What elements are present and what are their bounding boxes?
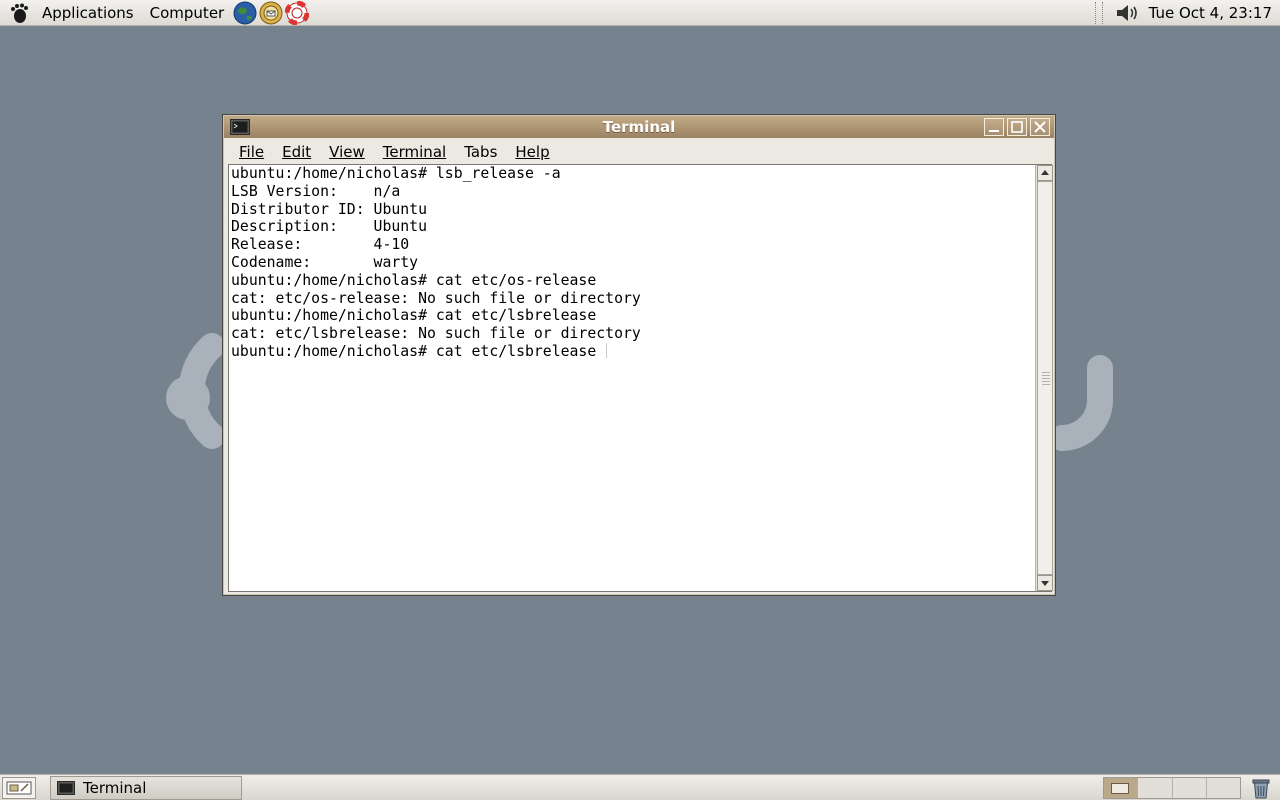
top-panel: Applications Computer Tue Oct 4, 23:17 bbox=[0, 0, 1280, 26]
menu-terminal[interactable]: Terminal bbox=[373, 143, 454, 161]
menu-help-label: Help bbox=[515, 143, 550, 161]
close-icon bbox=[1034, 121, 1046, 133]
scroll-up-button[interactable] bbox=[1037, 165, 1053, 181]
bottom-panel: Terminal bbox=[0, 774, 1280, 800]
close-button[interactable] bbox=[1030, 118, 1050, 136]
terminal-line: Distributor ID: Ubuntu bbox=[231, 200, 427, 218]
menu-help[interactable]: Help bbox=[505, 143, 557, 161]
terminal-line: ubuntu:/home/nicholas# lsb_release -a bbox=[231, 165, 561, 182]
volume-icon[interactable] bbox=[1113, 0, 1143, 26]
taskbar-terminal-label: Terminal bbox=[83, 779, 147, 797]
terminal-line: Codename: warty bbox=[231, 253, 419, 271]
mail-icon[interactable] bbox=[258, 0, 284, 26]
scrollbar-grip bbox=[1042, 372, 1050, 386]
show-desktop-button[interactable] bbox=[2, 777, 36, 799]
arrow-up-icon bbox=[1041, 170, 1049, 175]
workspace-switcher[interactable] bbox=[1103, 777, 1241, 799]
taskbar-terminal-button[interactable]: Terminal bbox=[50, 776, 242, 800]
workspace-2[interactable] bbox=[1138, 778, 1173, 798]
terminal-line: Description: Ubuntu bbox=[231, 218, 427, 236]
scroll-down-button[interactable] bbox=[1037, 575, 1053, 591]
menu-file-label: File bbox=[239, 143, 265, 161]
menu-edit[interactable]: Edit bbox=[272, 143, 319, 161]
panel-handle[interactable] bbox=[1094, 2, 1103, 24]
terminal-line: cat: etc/os-release: No such file or dir… bbox=[231, 289, 641, 307]
terminal-line: ubuntu:/home/nicholas# cat etc/lsbreleas… bbox=[231, 307, 597, 325]
terminal-output[interactable]: ubuntu:/home/nicholas# lsb_release -a LS… bbox=[228, 164, 1053, 592]
vertical-scrollbar[interactable] bbox=[1035, 165, 1053, 591]
maximize-button[interactable] bbox=[1007, 118, 1027, 136]
menu-terminal-label: Terminal bbox=[382, 143, 447, 161]
minimize-button[interactable] bbox=[984, 118, 1004, 136]
menu-edit-label: Edit bbox=[282, 143, 312, 161]
window-titlebar[interactable]: Terminal bbox=[224, 116, 1054, 138]
workspace-3[interactable] bbox=[1172, 778, 1207, 798]
workspace-4[interactable] bbox=[1206, 778, 1240, 798]
workspace-1[interactable] bbox=[1104, 778, 1139, 798]
menu-tabs-label: Tabs bbox=[464, 143, 498, 161]
trash-icon[interactable] bbox=[1248, 777, 1274, 799]
menu-view-label: View bbox=[329, 143, 365, 161]
terminal-line: cat: etc/lsbrelease: No such file or dir… bbox=[231, 325, 641, 343]
menu-view[interactable]: View bbox=[319, 143, 373, 161]
show-desktop-icon bbox=[6, 781, 32, 795]
text-cursor bbox=[606, 342, 608, 358]
help-icon[interactable] bbox=[284, 0, 310, 26]
menu-file[interactable]: File bbox=[229, 143, 272, 161]
terminal-line: ubuntu:/home/nicholas# cat etc/lsbreleas… bbox=[231, 342, 597, 360]
arrow-down-icon bbox=[1041, 581, 1049, 586]
applications-menu[interactable]: Applications bbox=[34, 0, 142, 26]
maximize-icon bbox=[1011, 121, 1023, 133]
minimize-icon bbox=[989, 130, 999, 132]
computer-menu[interactable]: Computer bbox=[142, 0, 233, 26]
scrollbar-thumb[interactable] bbox=[1037, 181, 1053, 575]
terminal-line: ubuntu:/home/nicholas# cat etc/os-releas… bbox=[231, 271, 597, 289]
terminal-line: Release: 4-10 bbox=[231, 236, 410, 254]
terminal-icon bbox=[57, 781, 75, 795]
clock[interactable]: Tue Oct 4, 23:17 bbox=[1149, 4, 1280, 22]
menu-tabs[interactable]: Tabs bbox=[454, 143, 505, 161]
gnome-foot-icon[interactable] bbox=[4, 0, 34, 26]
workspace-window-thumb bbox=[1111, 783, 1129, 794]
terminal-line: LSB Version: n/a bbox=[231, 182, 401, 200]
web-browser-icon[interactable] bbox=[232, 0, 258, 26]
terminal-text: ubuntu:/home/nicholas# lsb_release -a LS… bbox=[231, 165, 1031, 361]
terminal-window: Terminal File Edit View Terminal Tabs He… bbox=[222, 114, 1056, 596]
window-menubar: File Edit View Terminal Tabs Help bbox=[229, 139, 1049, 165]
window-title: Terminal bbox=[602, 118, 676, 136]
